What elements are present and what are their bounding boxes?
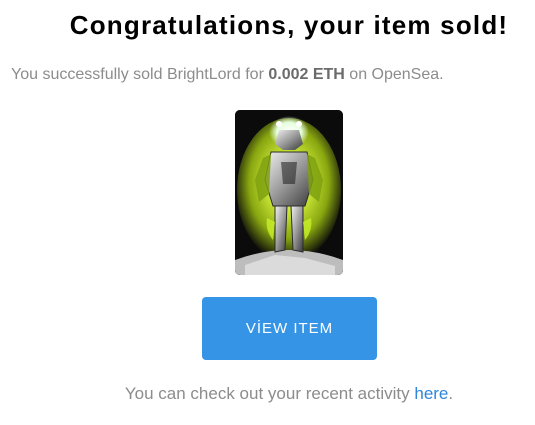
activity-note-text: You can check out your recent activity [124, 384, 410, 403]
sale-message-middle: for [245, 66, 264, 83]
activity-note-end: . [448, 384, 454, 403]
recent-activity-link[interactable]: here [414, 384, 448, 403]
activity-note: You can check out your recent activity h… [0, 384, 535, 404]
nft-artwork [235, 110, 343, 275]
sale-price: 0.002 ETH [268, 66, 345, 83]
nft-image[interactable] [235, 110, 343, 275]
sale-message-prefix: You successfully sold [11, 66, 163, 83]
sale-notification-email: Congratulations, your item sold! You suc… [0, 0, 535, 425]
sale-message: You successfully sold BrightLord for 0.0… [11, 66, 444, 84]
view-item-button[interactable]: VİEW ITEM [202, 297, 377, 360]
item-name: BrightLord [166, 66, 241, 83]
page-title: Congratulations, your item sold! [69, 10, 509, 40]
sale-message-suffix: on OpenSea. [349, 66, 444, 83]
